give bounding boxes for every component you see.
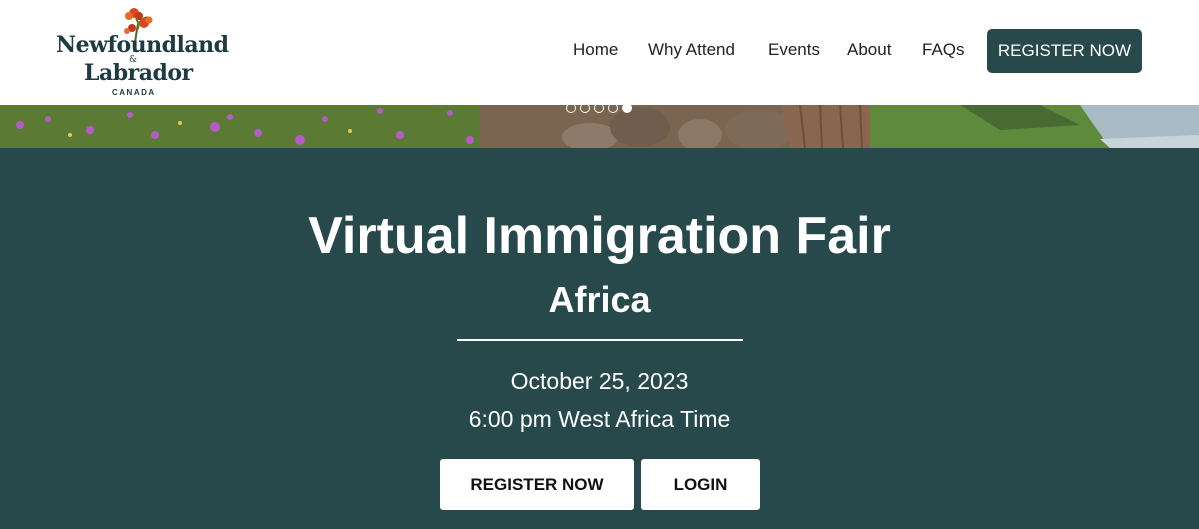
title-divider [457,339,743,341]
nav-events[interactable]: Events [768,40,820,60]
carousel-dot-1[interactable] [566,103,576,113]
carousel-dot-2[interactable] [580,103,590,113]
hero-section: Virtual Immigration Fair Africa October … [0,148,1199,529]
event-title: Virtual Immigration Fair [308,207,891,265]
nav-about[interactable]: About [847,40,891,60]
carousel-dot-5-active[interactable] [622,103,632,113]
main-nav: Home Why Attend Events About FAQs REGIST… [0,0,1199,105]
carousel-dot-3[interactable] [594,103,604,113]
event-date: October 25, 2023 [510,368,689,394]
hero-register-button[interactable]: REGISTER NOW [440,459,634,510]
carousel-indicators [566,103,632,113]
event-region: Africa [548,279,651,320]
site-header: Newfoundland & Labrador CANADA Home Why … [0,0,1199,105]
carousel-dot-4[interactable] [608,103,618,113]
nav-why-attend[interactable]: Why Attend [648,40,735,60]
nav-home[interactable]: Home [573,40,618,60]
nav-faqs[interactable]: FAQs [922,40,965,60]
event-time: 6:00 pm West Africa Time [468,406,731,432]
header-register-button[interactable]: REGISTER NOW [987,29,1142,73]
hero-login-button[interactable]: LOGIN [641,459,760,510]
